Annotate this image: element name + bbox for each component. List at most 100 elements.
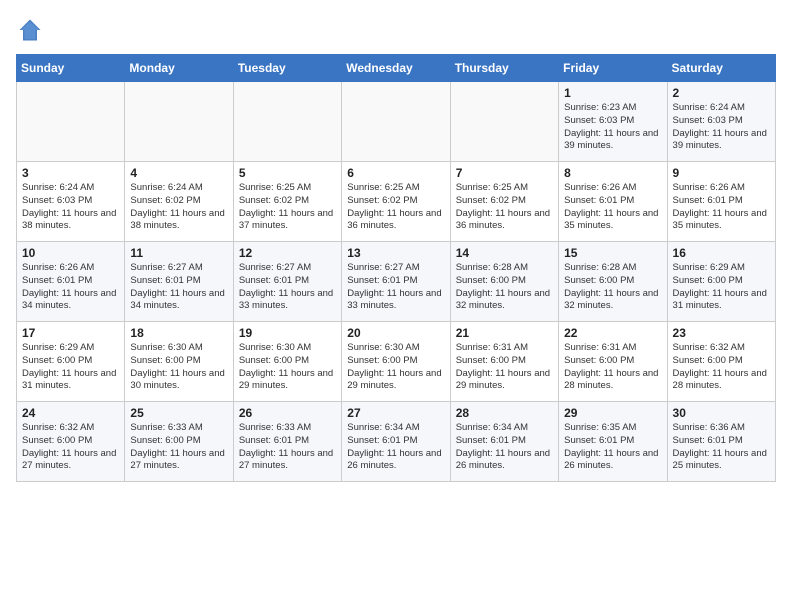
day-number: 9 <box>673 166 770 180</box>
calendar-week-4: 17Sunrise: 6:29 AM Sunset: 6:00 PM Dayli… <box>17 322 776 402</box>
calendar-cell: 22Sunrise: 6:31 AM Sunset: 6:00 PM Dayli… <box>559 322 667 402</box>
calendar-week-2: 3 Sunrise: 6:24 AM Sunset: 6:03 PM Daylig… <box>17 162 776 242</box>
day-number: 29 <box>564 406 661 420</box>
calendar-cell: 19 Sunrise: 6:30 AM Sunset: 6:00 PM Dayli… <box>233 322 341 402</box>
day-number: 5 <box>239 166 336 180</box>
day-info: Sunrise: 6:30 AM Sunset: 6:00 PM Dayligh… <box>347 342 444 393</box>
calendar-cell: 7 Sunrise: 6:25 AM Sunset: 6:02 PM Daylig… <box>450 162 558 242</box>
day-info: Sunrise: 6:24 AM Sunset: 6:03 PM Dayligh… <box>22 182 119 233</box>
header-thursday: Thursday <box>450 55 558 82</box>
calendar-cell: 5 Sunrise: 6:25 AM Sunset: 6:02 PM Daylig… <box>233 162 341 242</box>
day-info: Sunrise: 6:28 AM Sunset: 6:00 PM Dayligh… <box>564 262 661 313</box>
day-number: 13 <box>347 246 444 260</box>
day-number: 15 <box>564 246 661 260</box>
day-info: Sunrise: 6:34 AM Sunset: 6:01 PM Dayligh… <box>456 422 553 473</box>
calendar-cell: 24 Sunrise: 6:32 AM Sunset: 6:00 PM Dayli… <box>17 402 125 482</box>
day-info: Sunrise: 6:27 AM Sunset: 6:01 PM Dayligh… <box>239 262 336 313</box>
calendar-cell: 8Sunrise: 6:26 AM Sunset: 6:01 PM Daylig… <box>559 162 667 242</box>
day-number: 28 <box>456 406 553 420</box>
calendar-header-row: SundayMondayTuesdayWednesdayThursdayFrid… <box>17 55 776 82</box>
day-info: Sunrise: 6:25 AM Sunset: 6:02 PM Dayligh… <box>456 182 553 233</box>
logo-icon <box>16 16 44 44</box>
calendar-cell: 4Sunrise: 6:24 AM Sunset: 6:02 PM Daylig… <box>125 162 233 242</box>
day-number: 25 <box>130 406 227 420</box>
calendar-cell: 11 Sunrise: 6:27 AM Sunset: 6:01 PM Dayli… <box>125 242 233 322</box>
calendar-cell: 2 Sunrise: 6:24 AM Sunset: 6:03 PM Daylig… <box>667 82 775 162</box>
day-info: Sunrise: 6:35 AM Sunset: 6:01 PM Dayligh… <box>564 422 661 473</box>
day-info: Sunrise: 6:31 AM Sunset: 6:00 PM Dayligh… <box>456 342 553 393</box>
day-info: Sunrise: 6:25 AM Sunset: 6:02 PM Dayligh… <box>347 182 444 233</box>
header-sunday: Sunday <box>17 55 125 82</box>
day-number: 2 <box>673 86 770 100</box>
day-number: 3 <box>22 166 119 180</box>
day-number: 7 <box>456 166 553 180</box>
day-number: 23 <box>673 326 770 340</box>
header-friday: Friday <box>559 55 667 82</box>
day-number: 30 <box>673 406 770 420</box>
day-info: Sunrise: 6:32 AM Sunset: 6:00 PM Dayligh… <box>22 422 119 473</box>
day-info: Sunrise: 6:32 AM Sunset: 6:00 PM Dayligh… <box>673 342 770 393</box>
calendar-cell: 14 Sunrise: 6:28 AM Sunset: 6:00 PM Dayli… <box>450 242 558 322</box>
calendar-cell: 16Sunrise: 6:29 AM Sunset: 6:00 PM Dayli… <box>667 242 775 322</box>
day-number: 14 <box>456 246 553 260</box>
day-info: Sunrise: 6:33 AM Sunset: 6:00 PM Dayligh… <box>130 422 227 473</box>
day-info: Sunrise: 6:36 AM Sunset: 6:01 PM Dayligh… <box>673 422 770 473</box>
calendar-cell: 10 Sunrise: 6:26 AM Sunset: 6:01 PM Dayli… <box>17 242 125 322</box>
day-number: 27 <box>347 406 444 420</box>
calendar-cell <box>17 82 125 162</box>
day-info: Sunrise: 6:25 AM Sunset: 6:02 PM Dayligh… <box>239 182 336 233</box>
calendar-cell: 17Sunrise: 6:29 AM Sunset: 6:00 PM Dayli… <box>17 322 125 402</box>
calendar-cell: 3 Sunrise: 6:24 AM Sunset: 6:03 PM Daylig… <box>17 162 125 242</box>
day-number: 17 <box>22 326 119 340</box>
day-info: Sunrise: 6:27 AM Sunset: 6:01 PM Dayligh… <box>130 262 227 313</box>
day-number: 11 <box>130 246 227 260</box>
calendar-table: SundayMondayTuesdayWednesdayThursdayFrid… <box>16 54 776 482</box>
day-info: Sunrise: 6:30 AM Sunset: 6:00 PM Dayligh… <box>239 342 336 393</box>
day-info: Sunrise: 6:34 AM Sunset: 6:01 PM Dayligh… <box>347 422 444 473</box>
header-saturday: Saturday <box>667 55 775 82</box>
calendar-cell: 26Sunrise: 6:33 AM Sunset: 6:01 PM Dayli… <box>233 402 341 482</box>
day-info: Sunrise: 6:23 AM Sunset: 6:03 PM Dayligh… <box>564 102 661 153</box>
calendar-cell: 29 Sunrise: 6:35 AM Sunset: 6:01 PM Dayli… <box>559 402 667 482</box>
calendar-cell: 21 Sunrise: 6:31 AM Sunset: 6:00 PM Dayli… <box>450 322 558 402</box>
day-number: 10 <box>22 246 119 260</box>
calendar-cell: 9 Sunrise: 6:26 AM Sunset: 6:01 PM Daylig… <box>667 162 775 242</box>
day-info: Sunrise: 6:26 AM Sunset: 6:01 PM Dayligh… <box>22 262 119 313</box>
day-number: 19 <box>239 326 336 340</box>
calendar-cell: 15 Sunrise: 6:28 AM Sunset: 6:00 PM Dayli… <box>559 242 667 322</box>
calendar-week-5: 24 Sunrise: 6:32 AM Sunset: 6:00 PM Dayli… <box>17 402 776 482</box>
day-number: 20 <box>347 326 444 340</box>
day-info: Sunrise: 6:26 AM Sunset: 6:01 PM Dayligh… <box>564 182 661 233</box>
header-wednesday: Wednesday <box>342 55 450 82</box>
calendar-week-3: 10 Sunrise: 6:26 AM Sunset: 6:01 PM Dayli… <box>17 242 776 322</box>
logo <box>16 16 48 44</box>
day-number: 16 <box>673 246 770 260</box>
calendar-cell: 30 Sunrise: 6:36 AM Sunset: 6:01 PM Dayli… <box>667 402 775 482</box>
page-header <box>16 16 776 44</box>
calendar-cell: 6 Sunrise: 6:25 AM Sunset: 6:02 PM Daylig… <box>342 162 450 242</box>
day-number: 18 <box>130 326 227 340</box>
day-number: 12 <box>239 246 336 260</box>
day-info: Sunrise: 6:24 AM Sunset: 6:03 PM Dayligh… <box>673 102 770 153</box>
calendar-cell: 1 Sunrise: 6:23 AM Sunset: 6:03 PM Daylig… <box>559 82 667 162</box>
day-number: 4 <box>130 166 227 180</box>
calendar-cell: 12 Sunrise: 6:27 AM Sunset: 6:01 PM Dayli… <box>233 242 341 322</box>
day-info: Sunrise: 6:26 AM Sunset: 6:01 PM Dayligh… <box>673 182 770 233</box>
calendar-cell: 28 Sunrise: 6:34 AM Sunset: 6:01 PM Dayli… <box>450 402 558 482</box>
calendar-cell <box>125 82 233 162</box>
day-number: 1 <box>564 86 661 100</box>
day-info: Sunrise: 6:28 AM Sunset: 6:00 PM Dayligh… <box>456 262 553 313</box>
day-info: Sunrise: 6:30 AM Sunset: 6:00 PM Dayligh… <box>130 342 227 393</box>
day-number: 21 <box>456 326 553 340</box>
calendar-cell <box>342 82 450 162</box>
calendar-cell: 20 Sunrise: 6:30 AM Sunset: 6:00 PM Dayli… <box>342 322 450 402</box>
day-number: 6 <box>347 166 444 180</box>
calendar-cell <box>233 82 341 162</box>
header-monday: Monday <box>125 55 233 82</box>
header-tuesday: Tuesday <box>233 55 341 82</box>
calendar-cell: 18 Sunrise: 6:30 AM Sunset: 6:00 PM Dayli… <box>125 322 233 402</box>
day-number: 24 <box>22 406 119 420</box>
day-number: 22 <box>564 326 661 340</box>
calendar-cell <box>450 82 558 162</box>
calendar-cell: 13Sunrise: 6:27 AM Sunset: 6:01 PM Dayli… <box>342 242 450 322</box>
